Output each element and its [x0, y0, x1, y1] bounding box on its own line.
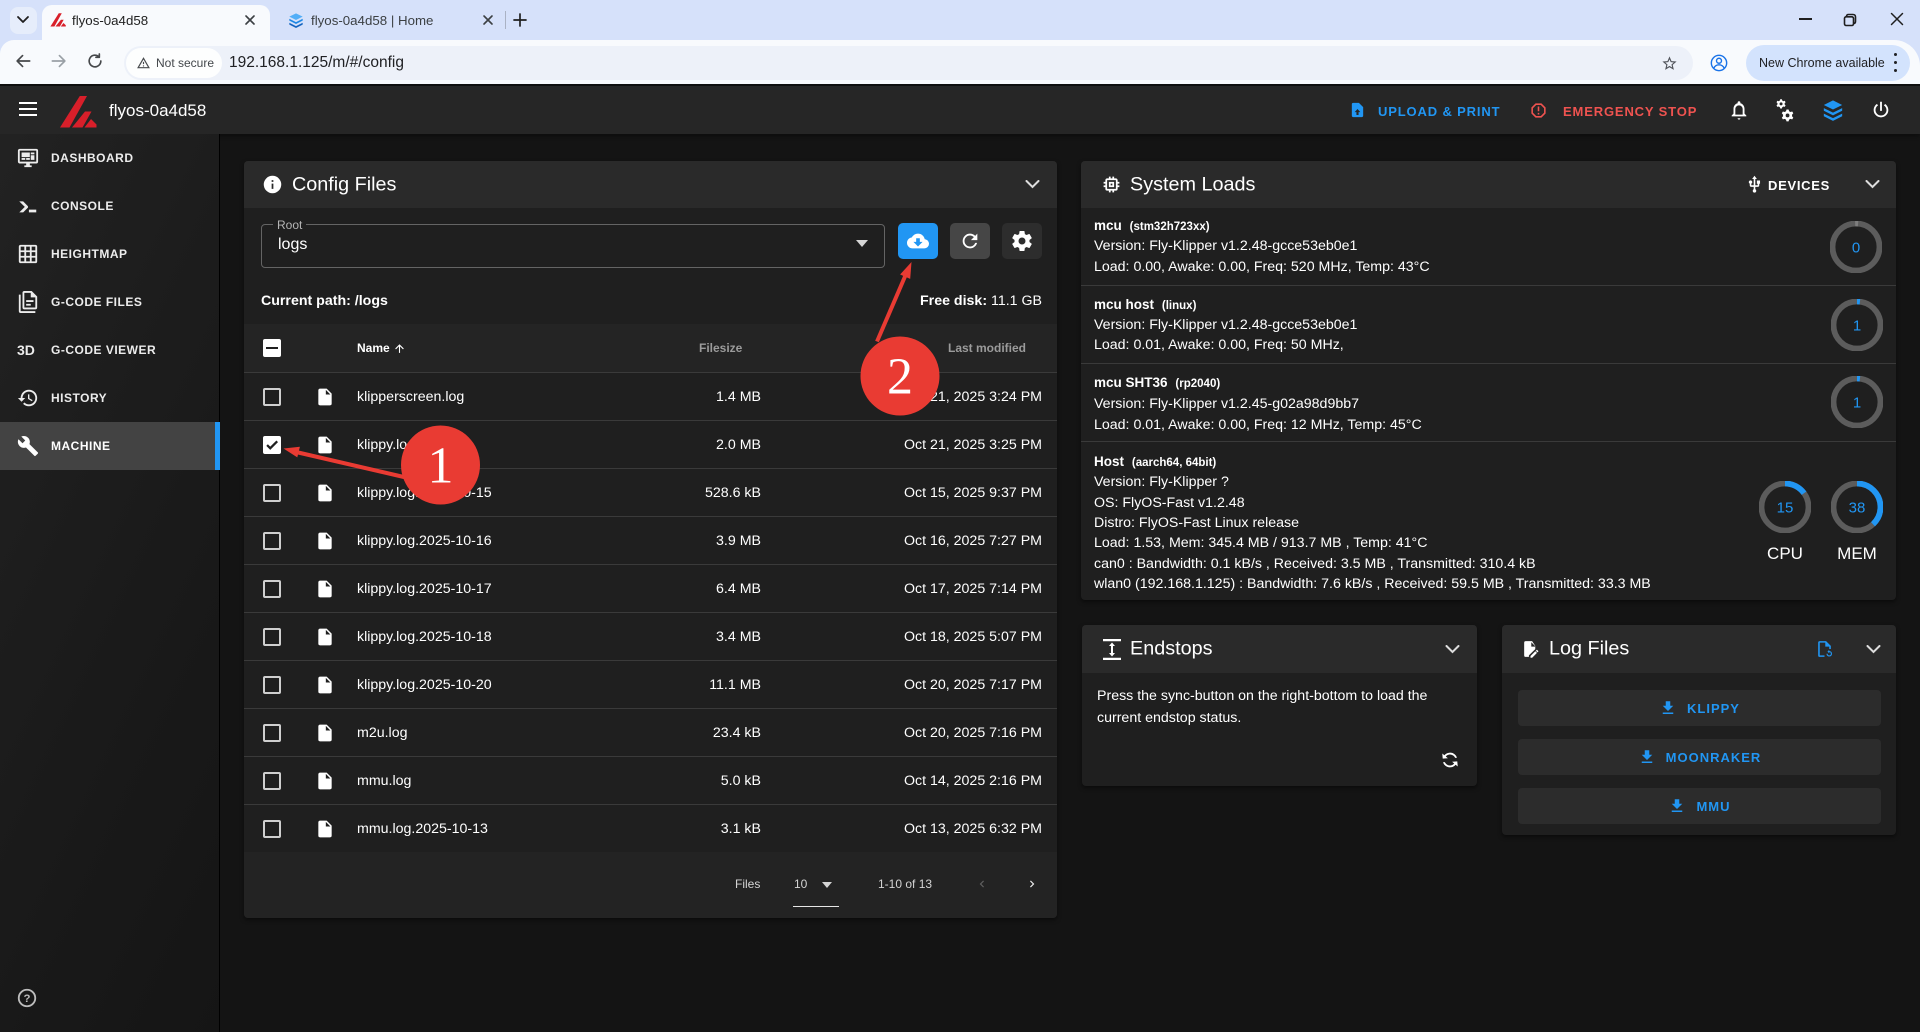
- svg-text:0: 0: [1852, 239, 1860, 256]
- svg-text:1: 1: [1853, 394, 1861, 411]
- svg-text:38: 38: [1849, 499, 1866, 516]
- svg-text:1: 1: [1853, 317, 1861, 334]
- svg-text:15: 15: [1777, 499, 1794, 516]
- svg-text:?: ?: [24, 993, 31, 1005]
